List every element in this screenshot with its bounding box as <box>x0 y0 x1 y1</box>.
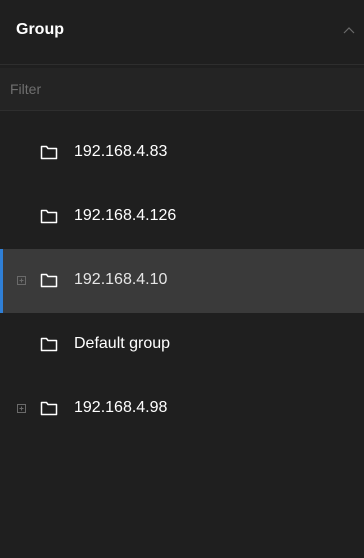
tree-item-192-168-4-126[interactable]: 192.168.4.126 <box>0 185 364 249</box>
folder-icon <box>40 337 58 352</box>
tree-item-label: 192.168.4.126 <box>74 207 177 224</box>
tree-item-default-group[interactable]: Default group <box>0 313 364 377</box>
tree-item-192-168-4-83[interactable]: 192.168.4.83 <box>0 121 364 185</box>
filter-bar <box>0 68 364 111</box>
tree-item-label: 192.168.4.98 <box>74 399 168 416</box>
tree-item-label: 192.168.4.10 <box>74 271 168 288</box>
group-panel: Group 192.168.4.83 192.168.4.126 <box>0 0 364 558</box>
expand-plus-icon[interactable] <box>17 404 26 413</box>
filter-input[interactable] <box>8 77 352 101</box>
folder-icon <box>40 209 58 224</box>
tree-item-192-168-4-98[interactable]: 192.168.4.98 <box>0 377 364 441</box>
group-tree: 192.168.4.83 192.168.4.126 192.168.4.10 <box>0 121 364 441</box>
tree-item-label: Default group <box>74 335 171 352</box>
tree-item-label: 192.168.4.83 <box>74 143 168 160</box>
group-panel-header: Group <box>0 0 364 65</box>
folder-icon <box>40 145 58 160</box>
folder-icon <box>40 273 58 288</box>
expand-plus-icon[interactable] <box>17 276 26 285</box>
tree-item-192-168-4-10[interactable]: 192.168.4.10 <box>0 249 364 313</box>
folder-icon <box>40 401 58 416</box>
panel-title: Group <box>16 21 64 38</box>
chevron-up-icon[interactable] <box>342 24 356 38</box>
